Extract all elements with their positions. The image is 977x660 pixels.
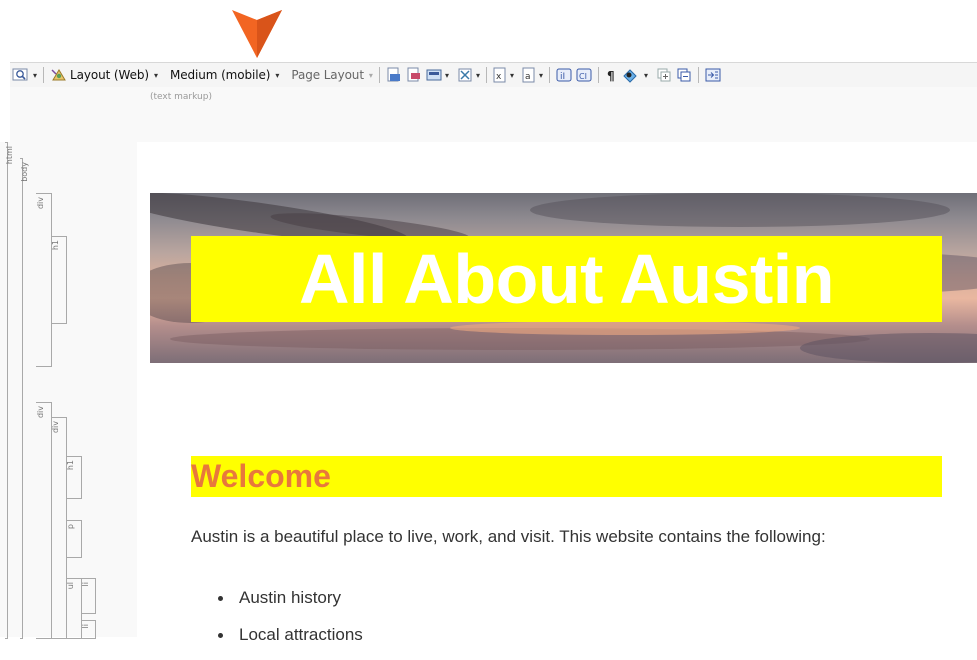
layout-web-caret: ▾ <box>153 70 158 80</box>
structure-html-label: html <box>5 146 14 165</box>
show-links-icon <box>407 67 420 82</box>
tracked-changes-caret[interactable]: ▾ <box>644 71 648 80</box>
layout-web-dropdown[interactable]: Layout (Web) ▾ <box>48 65 160 85</box>
toolbar-separator <box>485 67 487 83</box>
structure-div-banner-label: div <box>36 197 45 210</box>
structure-li-2-label: li <box>81 624 90 629</box>
page-layout-dropdown[interactable]: Page Layout ▾ <box>287 65 375 85</box>
tracked-changes-button[interactable]: ▾ <box>619 65 650 85</box>
variables-caret[interactable]: ▾ <box>510 71 514 80</box>
show-links-button[interactable] <box>404 65 424 85</box>
intro-paragraph[interactable]: Austin is a beautiful place to live, wor… <box>191 527 826 547</box>
expand-icon <box>657 68 671 82</box>
callout-arrow-icon <box>232 10 282 58</box>
show-markers-button[interactable]: ¶ <box>603 65 619 85</box>
image-icon <box>426 69 442 81</box>
layout-icon <box>51 69 66 81</box>
show-tags-button[interactable] <box>384 65 404 85</box>
pilcrow-icon: ¶ <box>607 69 615 83</box>
expand-all-button[interactable] <box>654 65 674 85</box>
snippet-icon: a <box>522 67 535 83</box>
toolbar: ▾ Layout (Web) ▾ Medium (mobile) ▾ Page … <box>10 62 977 88</box>
images-caret[interactable]: ▾ <box>445 71 449 80</box>
snippets-caret[interactable]: ▾ <box>539 71 543 80</box>
structure-h1-welcome[interactable]: h1 <box>66 456 82 499</box>
conditions-caret[interactable]: ▾ <box>476 71 480 80</box>
show-snippets-button[interactable]: a ▾ <box>520 65 545 85</box>
structure-div-outer[interactable]: div <box>36 402 52 639</box>
show-tags-icon <box>387 67 400 82</box>
structure-h1-banner-label: h1 <box>51 240 60 251</box>
feature-list: Austin history Local attractions <box>191 586 363 660</box>
toolbar-separator <box>378 67 380 83</box>
toolbar-separator <box>43 67 45 83</box>
structure-body[interactable]: body <box>20 158 29 639</box>
svg-text:CI: CI <box>579 72 587 81</box>
list-item[interactable]: Local attractions <box>191 623 363 660</box>
text-markup-hint: (text markup) <box>150 92 212 102</box>
collapse-all-button[interactable] <box>674 65 694 85</box>
show-images-button[interactable]: ▾ <box>424 65 451 85</box>
structure-h1-welcome-label: h1 <box>66 460 75 471</box>
structure-p-label: p <box>66 524 75 530</box>
welcome-heading[interactable]: Welcome <box>191 456 331 497</box>
variable-icon: x <box>493 67 506 83</box>
svg-text:x: x <box>496 72 502 82</box>
structure-ul-label: ul <box>66 582 75 590</box>
structure-p[interactable]: p <box>66 520 82 558</box>
concept-marker-icon: CI <box>576 68 592 82</box>
insert-icon <box>705 68 721 82</box>
structure-html[interactable]: html <box>5 142 14 639</box>
toolbar-separator <box>549 67 550 83</box>
structure-div-banner[interactable]: div <box>36 193 52 367</box>
structure-li-2[interactable]: li <box>81 620 96 639</box>
toolbar-separator <box>598 67 599 83</box>
structure-h1-banner[interactable]: h1 <box>51 236 67 324</box>
medium-label: Medium (mobile) <box>169 68 271 82</box>
tracked-changes-icon <box>623 69 637 83</box>
structure-ul[interactable]: ul <box>66 578 82 639</box>
zoom-dropdown-caret[interactable]: ▾ <box>33 71 37 80</box>
magnifier-icon <box>12 68 28 81</box>
layout-web-label: Layout (Web) <box>70 68 149 82</box>
structure-li-1-label: li <box>81 582 90 587</box>
svg-text:iI: iI <box>560 72 565 82</box>
page-layout-caret: ▾ <box>368 70 373 80</box>
insert-button[interactable] <box>703 65 723 85</box>
svg-text:¶: ¶ <box>607 69 615 83</box>
medium-caret: ▾ <box>275 70 280 80</box>
show-index-markers-button[interactable]: iI <box>554 65 574 85</box>
structure-li-1[interactable]: li <box>81 578 96 614</box>
collapse-icon <box>677 68 691 82</box>
list-item[interactable]: Austin history <box>191 586 363 623</box>
show-conditions-button[interactable]: ▾ <box>455 65 482 85</box>
structure-body-label: body <box>20 162 29 182</box>
svg-text:a: a <box>525 72 531 82</box>
conditions-icon <box>458 68 472 82</box>
page-layout-label: Page Layout <box>291 68 364 82</box>
show-concept-markers-button[interactable]: CI <box>574 65 594 85</box>
medium-dropdown[interactable]: Medium (mobile) ▾ <box>166 65 281 85</box>
structure-div-inner-label: div <box>51 421 60 434</box>
index-marker-icon: iI <box>556 68 572 82</box>
structure-div-inner[interactable]: div <box>51 417 67 639</box>
toolbar-separator <box>698 67 700 83</box>
show-variables-button[interactable]: x ▾ <box>491 65 516 85</box>
structure-div-outer-label: div <box>36 406 45 419</box>
zoom-button[interactable]: ▾ <box>10 65 39 85</box>
banner-title[interactable]: All About Austin <box>191 236 942 322</box>
